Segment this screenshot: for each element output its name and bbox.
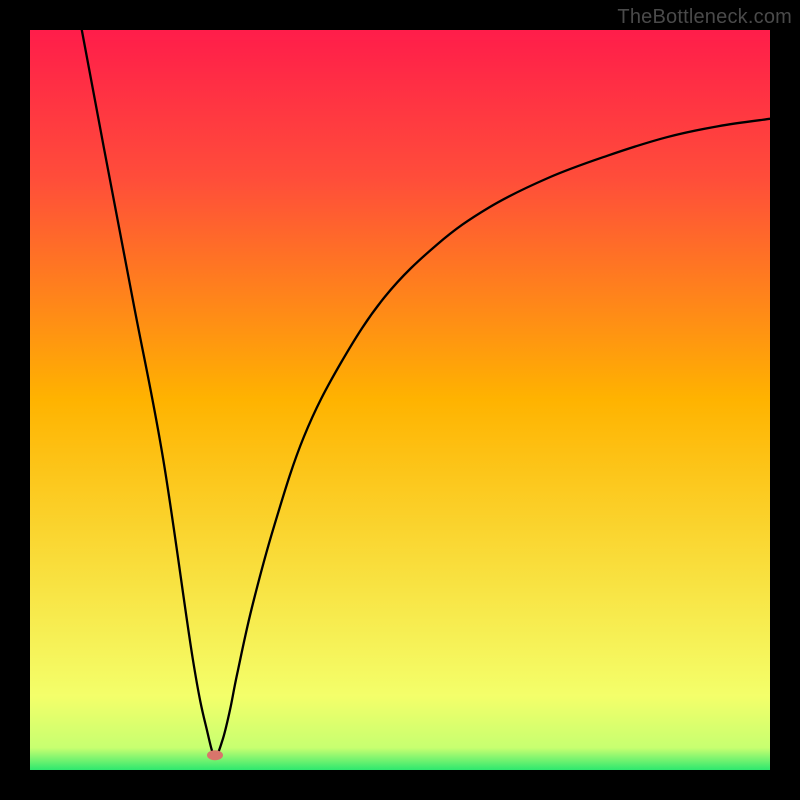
watermark-text: TheBottleneck.com [617,6,792,29]
chart-plot-area [30,30,770,770]
minimum-marker [207,750,223,760]
chart-svg [30,30,770,770]
gradient-background [30,30,770,770]
chart-frame: TheBottleneck.com [0,0,800,800]
